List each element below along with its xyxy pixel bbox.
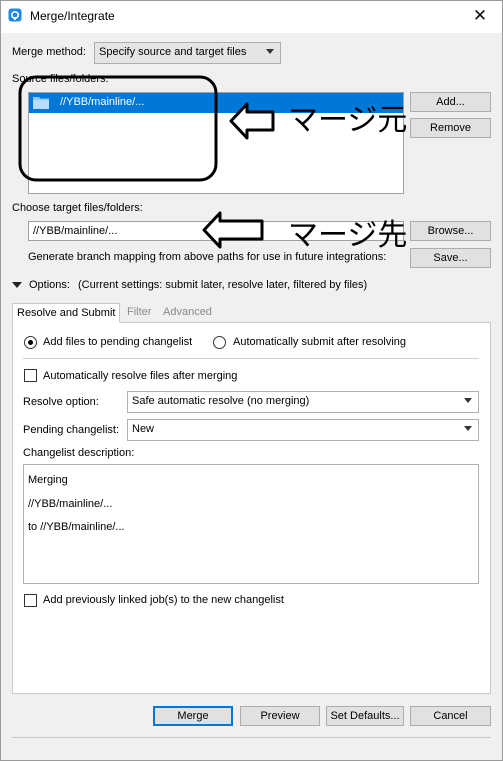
source-label: Source files/folders: [12,73,109,85]
resolve-option-label: Resolve option: [23,396,99,408]
merge-button[interactable]: Merge [153,706,233,726]
pending-changelist-select[interactable]: New [127,419,479,441]
auto-resolve-label[interactable]: Automatically resolve files after mergin… [43,370,237,382]
description-line: to //YBB/mainline/... [28,521,125,533]
close-icon[interactable]: ✕ [470,6,490,26]
cancel-button[interactable]: Cancel [410,706,491,726]
resolve-option-select[interactable]: Safe automatic resolve (no merging) [127,391,479,413]
resolve-option-value: Safe automatic resolve (no merging) [132,395,310,407]
linked-jobs-label[interactable]: Add previously linked job(s) to the new … [43,594,284,606]
tab-filter[interactable]: Filter [123,303,155,323]
changelist-description-label: Changelist description: [23,447,135,459]
annotation-target-note: マージ先 [288,218,408,253]
target-label: Choose target files/folders: [12,202,143,214]
footer-divider [12,737,491,738]
linked-jobs-checkbox[interactable] [24,594,37,607]
collapse-triangle-icon[interactable] [12,281,22,289]
radio-add-pending[interactable] [24,336,37,349]
tab-advanced[interactable]: Advanced [159,303,216,323]
annotation-source-note: マージ元 [288,103,408,138]
set-defaults-button[interactable]: Set Defaults... [326,706,404,726]
pending-changelist-label: Pending changelist: [23,424,120,436]
description-line: Merging [28,474,68,486]
add-button[interactable]: Add... [410,92,491,112]
options-summary: (Current settings: submit later, resolve… [78,279,368,291]
remove-button[interactable]: Remove [410,118,491,138]
radio-dot [28,340,33,345]
auto-submit-label[interactable]: Automatically submit after resolving [233,336,406,348]
merge-method-select[interactable]: Specify source and target files [94,42,281,64]
radio-auto-submit[interactable] [213,336,226,349]
add-pending-label[interactable]: Add files to pending changelist [43,336,192,348]
merge-method-value: Specify source and target files [99,46,247,58]
source-item-label: //YBB/mainline/... [60,96,145,108]
chevron-down-icon [464,426,472,431]
changelist-description-input[interactable]: Merging //YBB/mainline/... to //YBB/main… [23,464,479,584]
browse-button[interactable]: Browse... [410,221,491,241]
chevron-down-icon [464,398,472,403]
app-icon [8,8,22,22]
auto-resolve-checkbox[interactable] [24,369,37,382]
options-label[interactable]: Options: [29,279,70,291]
chevron-down-icon [266,49,274,54]
preview-button[interactable]: Preview [240,706,320,726]
tab-resolve-submit[interactable]: Resolve and Submit [12,303,121,323]
pending-changelist-value: New [132,423,155,435]
save-button[interactable]: Save... [410,248,491,268]
window-title: Merge/Integrate [30,9,115,23]
folder-icon [33,97,49,109]
merge-method-label: Merge method: [12,46,86,58]
divider [23,358,479,359]
description-line: //YBB/mainline/... [28,497,113,510]
